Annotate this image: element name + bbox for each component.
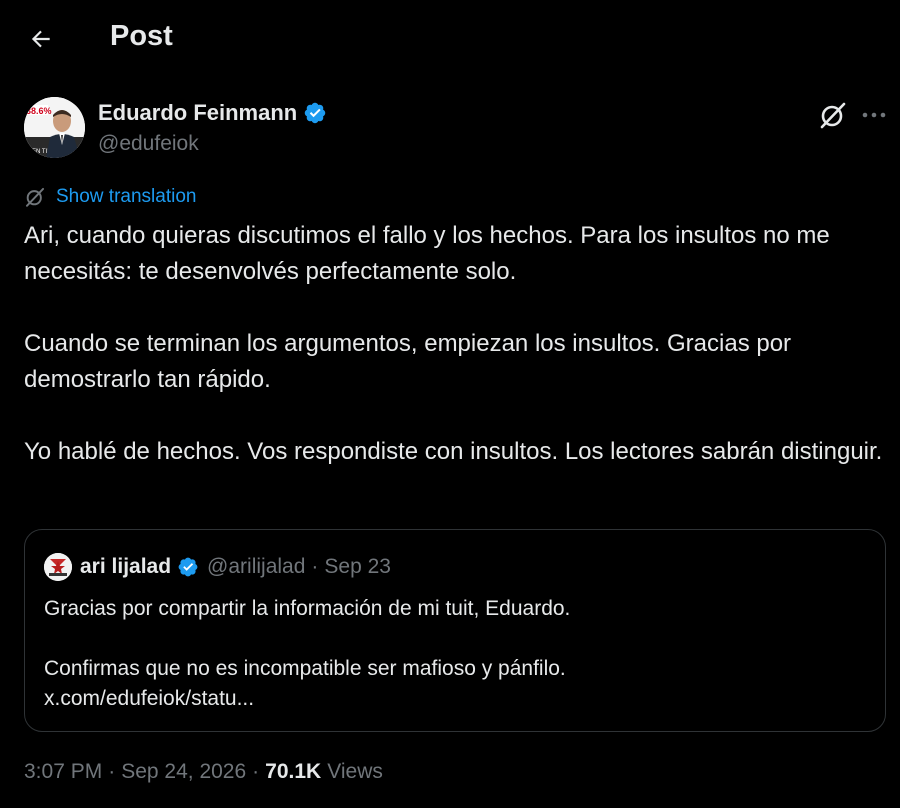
post-date[interactable]: Sep 24, 2026: [121, 760, 246, 784]
post-paragraph: Ari, cuando quieras discutimos el fallo …: [24, 222, 830, 285]
top-bar: Post: [0, 0, 900, 80]
grok-icon: [820, 102, 846, 129]
page-title: Post: [110, 20, 173, 52]
back-arrow-icon: [31, 30, 50, 48]
post-text: Ari, cuando quieras discutimos el fallo …: [24, 218, 884, 470]
more-options-button[interactable]: [859, 100, 889, 130]
grok-translate-icon: [25, 187, 45, 207]
author-avatar[interactable]: 38.6% EN TIEMPO: [24, 97, 85, 158]
verified-badge-icon: [178, 557, 198, 577]
post-paragraph: Cuando se terminan los argumentos, empie…: [24, 330, 792, 393]
author-handle[interactable]: @edufeiok: [98, 132, 199, 156]
verified-badge-icon: [305, 102, 326, 124]
quoted-line: Gracias por compartir la información de …: [44, 597, 571, 620]
separator-dot: ·: [108, 760, 116, 783]
views-count[interactable]: 70.1K: [265, 760, 321, 784]
quoted-link[interactable]: x.com/edufeiok/statu...: [44, 684, 864, 714]
post-meta: 3:07 PM · Sep 24, 2026 · 70.1K Views: [24, 760, 383, 784]
svg-text:38.6%: 38.6%: [26, 106, 52, 116]
quoted-post-card[interactable]: ari lijalad @arilijalad · Sep 23 Gracias…: [24, 529, 886, 732]
author-row: 38.6% EN TIEMPO Eduardo Feinmann @edufei…: [24, 97, 886, 161]
separator-dot: ·: [252, 760, 260, 783]
author-name[interactable]: Eduardo Feinmann: [98, 100, 327, 126]
back-button[interactable]: [22, 20, 60, 58]
quoted-post-header: ari lijalad @arilijalad · Sep 23: [44, 552, 391, 582]
show-translation-link[interactable]: Show translation: [24, 186, 196, 208]
quoted-avatar-image: [44, 553, 72, 581]
post-time[interactable]: 3:07 PM: [24, 760, 102, 784]
quoted-author-handle: @arilijalad: [207, 555, 306, 578]
quoted-author-avatar[interactable]: [44, 553, 72, 581]
more-dots-icon: [862, 112, 886, 118]
quoted-post-text: Gracias por compartir la información de …: [44, 594, 864, 714]
quoted-line: Confirmas que no es incompatible ser maf…: [44, 654, 864, 714]
separator-dot: ·: [311, 555, 319, 578]
post-paragraph: Yo hablé de hechos. Vos respondiste con …: [24, 438, 883, 465]
views-label: Views: [327, 760, 383, 783]
quoted-post-date: Sep 23: [324, 555, 391, 578]
quoted-author-name: ari lijalad: [80, 555, 172, 578]
avatar-image: 38.6% EN TIEMPO: [24, 97, 85, 158]
grok-button[interactable]: [818, 100, 848, 130]
